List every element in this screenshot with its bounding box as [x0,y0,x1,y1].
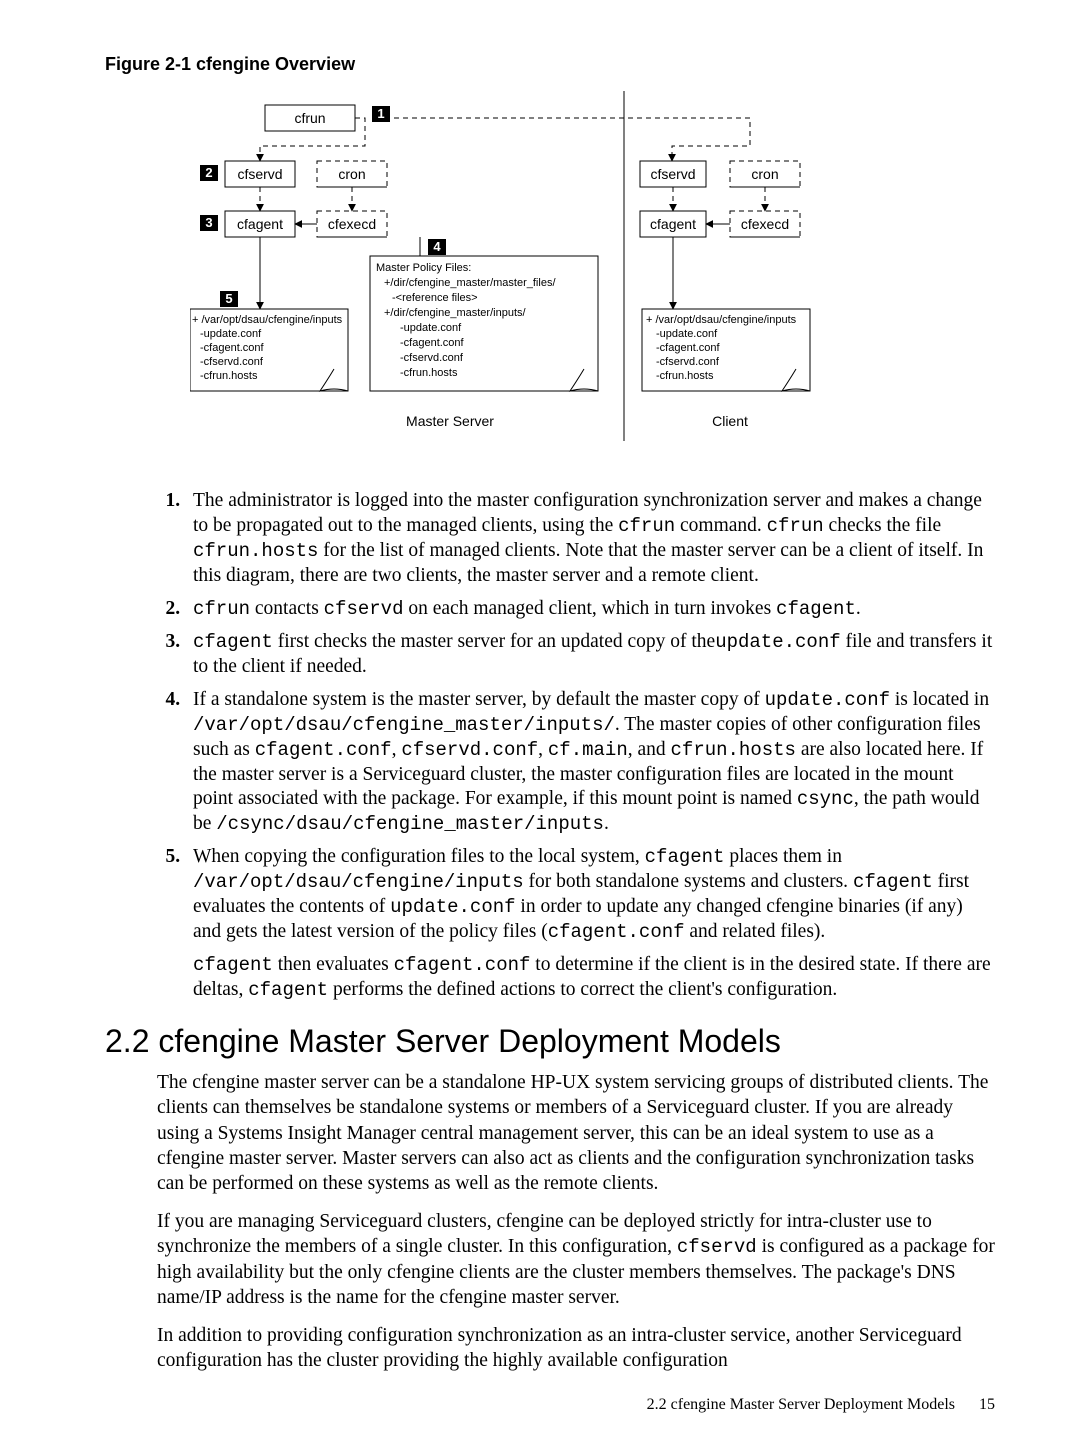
step-5: When copying the configuration files to … [185,845,995,1003]
svg-text:-update.conf: -update.conf [200,328,262,340]
svg-text:-cfservd.conf: -cfservd.conf [400,352,464,364]
client-cfagent-label: cfagent [650,216,696,232]
footer-page-number: 15 [979,1396,995,1413]
callout-5: 5 [225,291,232,306]
svg-text:-cfrun.hosts: -cfrun.hosts [656,370,714,382]
client-cfexecd-label: cfexecd [741,216,789,232]
svg-text:+ /var/opt/dsau/cfengine/input: + /var/opt/dsau/cfengine/inputs [646,314,797,326]
callout-1: 1 [377,106,384,121]
client-cfservd-label: cfservd [650,166,695,182]
svg-text:-cfagent.conf: -cfagent.conf [656,342,721,354]
client-label: Client [712,413,748,429]
section-heading: 2.2 cfengine Master Server Deployment Mo… [105,1023,995,1060]
client-cron-label: cron [751,166,778,182]
svg-text:-update.conf: -update.conf [400,322,462,334]
svg-text:+/dir/cfengine_master/master_f: +/dir/cfengine_master/master_files/ [384,277,556,289]
step-3: cfagent first checks the master server f… [185,630,995,680]
cfrun-label: cfrun [294,110,325,126]
figure-title: Figure 2-1 cfengine Overview [105,54,995,75]
section-body: The cfengine master server can be a stan… [157,1070,995,1373]
svg-text:-cfrun.hosts: -cfrun.hosts [200,370,258,382]
footer-text: 2.2 cfengine Master Server Deployment Mo… [647,1396,955,1413]
step-1: The administrator is logged into the mas… [185,489,995,589]
master-server-label: Master Server [406,413,494,429]
svg-text:-cfservd.conf: -cfservd.conf [200,356,264,368]
step-2: cfrun contacts cfservd on each managed c… [185,597,995,622]
master-inputs-note: + /var/opt/dsau/cfengine/inputs -update.… [192,314,343,382]
svg-text:-<reference files>: -<reference files> [392,292,478,304]
figure-diagram-container: cfrun cfservd cron cfagent cfexecd cfser… [105,91,995,461]
svg-text:-update.conf: -update.conf [656,328,718,340]
master-policy-note: Master Policy Files: +/dir/cfengine_mast… [376,262,556,379]
callout-4: 4 [433,239,441,254]
svg-text:-cfservd.conf: -cfservd.conf [656,356,720,368]
step-4: If a standalone system is the master ser… [185,688,995,838]
svg-text:-cfagent.conf: -cfagent.conf [200,342,265,354]
section-number: 2.2 [105,1023,149,1059]
callout-2: 2 [205,165,212,180]
svg-text:-cfagent.conf: -cfagent.conf [400,337,465,349]
master-cron-label: cron [338,166,365,182]
svg-text:+ /var/opt/dsau/cfengine/input: + /var/opt/dsau/cfengine/inputs [192,314,343,326]
client-inputs-note: + /var/opt/dsau/cfengine/inputs -update.… [646,314,797,382]
callout-3: 3 [205,215,212,230]
paragraph-1: The cfengine master server can be a stan… [157,1070,995,1197]
paragraph-2: If you are managing Serviceguard cluster… [157,1209,995,1311]
page-footer: 2.2 cfengine Master Server Deployment Mo… [647,1396,995,1414]
master-cfagent-label: cfagent [237,216,283,232]
cfengine-overview-diagram: cfrun cfservd cron cfagent cfexecd cfser… [190,91,910,461]
paragraph-3: In addition to providing configuration s… [157,1323,995,1374]
numbered-steps: The administrator is logged into the mas… [105,489,995,1003]
section-title: cfengine Master Server Deployment Models [158,1023,781,1059]
master-cfservd-label: cfservd [237,166,282,182]
master-cfexecd-label: cfexecd [328,216,376,232]
svg-text:Master Policy Files:: Master Policy Files: [376,262,471,274]
svg-text:-cfrun.hosts: -cfrun.hosts [400,367,458,379]
svg-text:+/dir/cfengine_master/inputs/: +/dir/cfengine_master/inputs/ [384,307,526,319]
